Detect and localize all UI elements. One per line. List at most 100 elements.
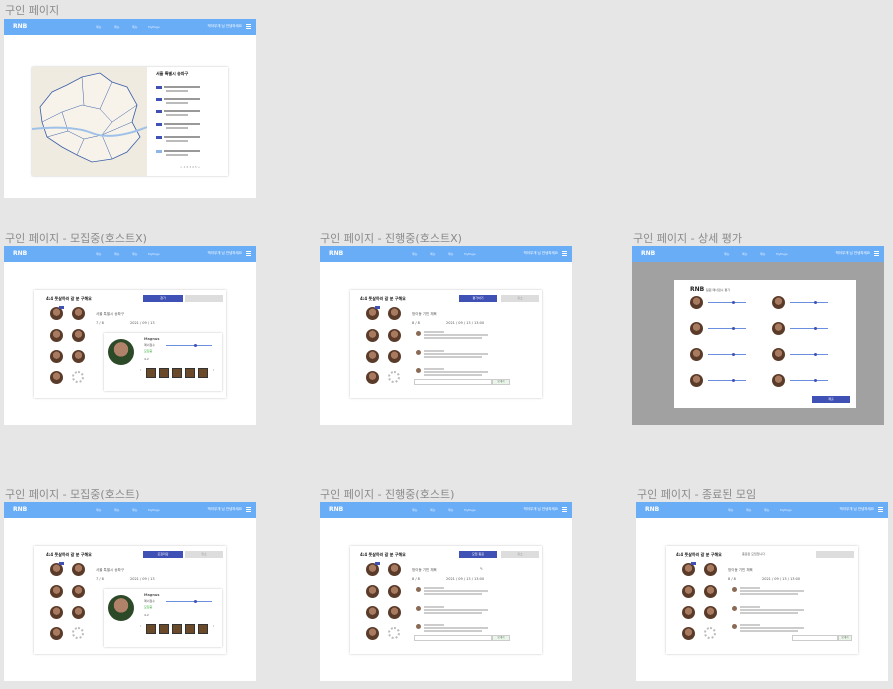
rating-slider[interactable] — [166, 601, 212, 602]
nav-menu-mypage[interactable]: MyPage — [780, 508, 792, 512]
avatar[interactable] — [50, 350, 63, 363]
nav-menu-mypage[interactable]: MyPage — [776, 252, 788, 256]
nav-menu-2[interactable]: 메뉴 — [114, 25, 120, 29]
rating-slider[interactable] — [790, 328, 828, 329]
seoul-map[interactable] — [32, 67, 147, 176]
thumbnail[interactable] — [198, 624, 208, 634]
rating-knob[interactable] — [732, 301, 735, 304]
nav-menu-1[interactable]: 메뉴 — [96, 252, 102, 256]
nav-menu-1[interactable]: 메뉴 — [728, 508, 734, 512]
avatar[interactable] — [366, 371, 379, 384]
rating-knob[interactable] — [814, 301, 817, 304]
close-recruit-button[interactable]: 모집마감 — [143, 551, 183, 558]
nav-menu-3[interactable]: 메뉴 — [764, 508, 770, 512]
thumbnail[interactable] — [146, 624, 156, 634]
avatar[interactable] — [388, 350, 401, 363]
rating-knob[interactable] — [814, 353, 817, 356]
hamburger-icon[interactable] — [562, 507, 567, 512]
thumbnail[interactable] — [159, 368, 169, 378]
nav-menu-1[interactable]: 메뉴 — [96, 25, 102, 29]
nav-menu-2[interactable]: 메뉴 — [114, 508, 120, 512]
nav-menu-3[interactable]: 메뉴 — [448, 508, 454, 512]
avatar[interactable] — [50, 329, 63, 342]
nav-menu-3[interactable]: 메뉴 — [448, 252, 454, 256]
avatar[interactable] — [704, 585, 717, 598]
pagination[interactable]: < 1 2 3 4 5 > — [180, 165, 200, 169]
next-arrow-icon[interactable]: › — [213, 368, 214, 372]
avatar[interactable] — [366, 329, 379, 342]
rating-knob[interactable] — [732, 353, 735, 356]
rating-slider[interactable] — [790, 380, 828, 381]
avatar[interactable] — [72, 563, 85, 576]
avatar[interactable] — [366, 606, 379, 619]
submit-button[interactable]: 제출 — [812, 396, 850, 403]
avatar[interactable] — [388, 585, 401, 598]
avatar[interactable] — [366, 585, 379, 598]
rating-knob[interactable] — [732, 327, 735, 330]
nav-menu-2[interactable]: 메뉴 — [430, 252, 436, 256]
avatar[interactable] — [72, 585, 85, 598]
join-button[interactable]: 참가 — [143, 295, 183, 302]
nav-menu-1[interactable]: 메뉴 — [412, 252, 418, 256]
avatar[interactable] — [704, 606, 717, 619]
nav-menu-1[interactable]: 메뉴 — [724, 252, 730, 256]
hamburger-icon[interactable] — [246, 507, 251, 512]
nav-menu-1[interactable]: 메뉴 — [412, 508, 418, 512]
thumbnail[interactable] — [185, 624, 195, 634]
thumbnail[interactable] — [172, 624, 182, 634]
hamburger-icon[interactable] — [878, 507, 883, 512]
nav-menu-mypage[interactable]: MyPage — [148, 25, 160, 29]
rating-knob[interactable] — [194, 600, 197, 603]
chat-input[interactable] — [414, 635, 492, 641]
rating-slider[interactable] — [708, 380, 746, 381]
nav-menu-2[interactable]: 메뉴 — [114, 252, 120, 256]
chat-input[interactable] — [792, 635, 838, 641]
logo[interactable]: RNB — [13, 506, 27, 513]
logo[interactable]: RNB — [329, 250, 343, 257]
avatar[interactable] — [682, 606, 695, 619]
send-button[interactable]: 보내기 — [492, 635, 510, 641]
avatar[interactable] — [72, 350, 85, 363]
nav-menu-mypage[interactable]: MyPage — [148, 252, 160, 256]
cancel-button[interactable]: 취소 — [501, 295, 539, 302]
avatar[interactable] — [72, 329, 85, 342]
nav-menu-3[interactable]: 메뉴 — [132, 252, 138, 256]
logo[interactable]: RNB — [645, 506, 659, 513]
nav-menu-1[interactable]: 메뉴 — [96, 508, 102, 512]
avatar[interactable] — [50, 371, 63, 384]
avatar[interactable] — [72, 606, 85, 619]
nav-menu-mypage[interactable]: MyPage — [464, 508, 476, 512]
avatar[interactable] — [682, 627, 695, 640]
hamburger-icon[interactable] — [246, 251, 251, 256]
cancel-button[interactable]: 취소 — [185, 551, 223, 558]
nav-menu-2[interactable]: 메뉴 — [430, 508, 436, 512]
hamburger-icon[interactable] — [874, 251, 879, 256]
avatar[interactable] — [366, 627, 379, 640]
avatar[interactable] — [388, 606, 401, 619]
logo[interactable]: RNB — [13, 23, 27, 30]
avatar[interactable] — [50, 627, 63, 640]
logo[interactable]: RNB — [641, 250, 655, 257]
avatar[interactable] — [388, 563, 401, 576]
avatar[interactable] — [704, 563, 717, 576]
eval-button[interactable]: 평가하기 — [459, 295, 497, 302]
nav-menu-mypage[interactable]: MyPage — [148, 508, 160, 512]
edit-icon[interactable]: ✎ — [480, 567, 483, 571]
avatar[interactable] — [72, 307, 85, 320]
rating-knob[interactable] — [814, 327, 817, 330]
nav-menu-3[interactable]: 메뉴 — [760, 252, 766, 256]
send-button[interactable]: 보내기 — [838, 635, 852, 641]
avatar[interactable] — [50, 585, 63, 598]
rating-slider[interactable] — [166, 345, 212, 346]
thumbnail[interactable] — [185, 368, 195, 378]
rating-slider[interactable] — [708, 302, 746, 303]
rating-knob[interactable] — [194, 344, 197, 347]
thumbnail[interactable] — [159, 624, 169, 634]
avatar[interactable] — [682, 585, 695, 598]
nav-menu-3[interactable]: 메뉴 — [132, 508, 138, 512]
avatar[interactable] — [388, 329, 401, 342]
thumbnail[interactable] — [172, 368, 182, 378]
cancel-button[interactable]: 취소 — [501, 551, 539, 558]
hamburger-icon[interactable] — [246, 24, 251, 29]
end-meeting-button[interactable]: 모임 종료 — [459, 551, 497, 558]
